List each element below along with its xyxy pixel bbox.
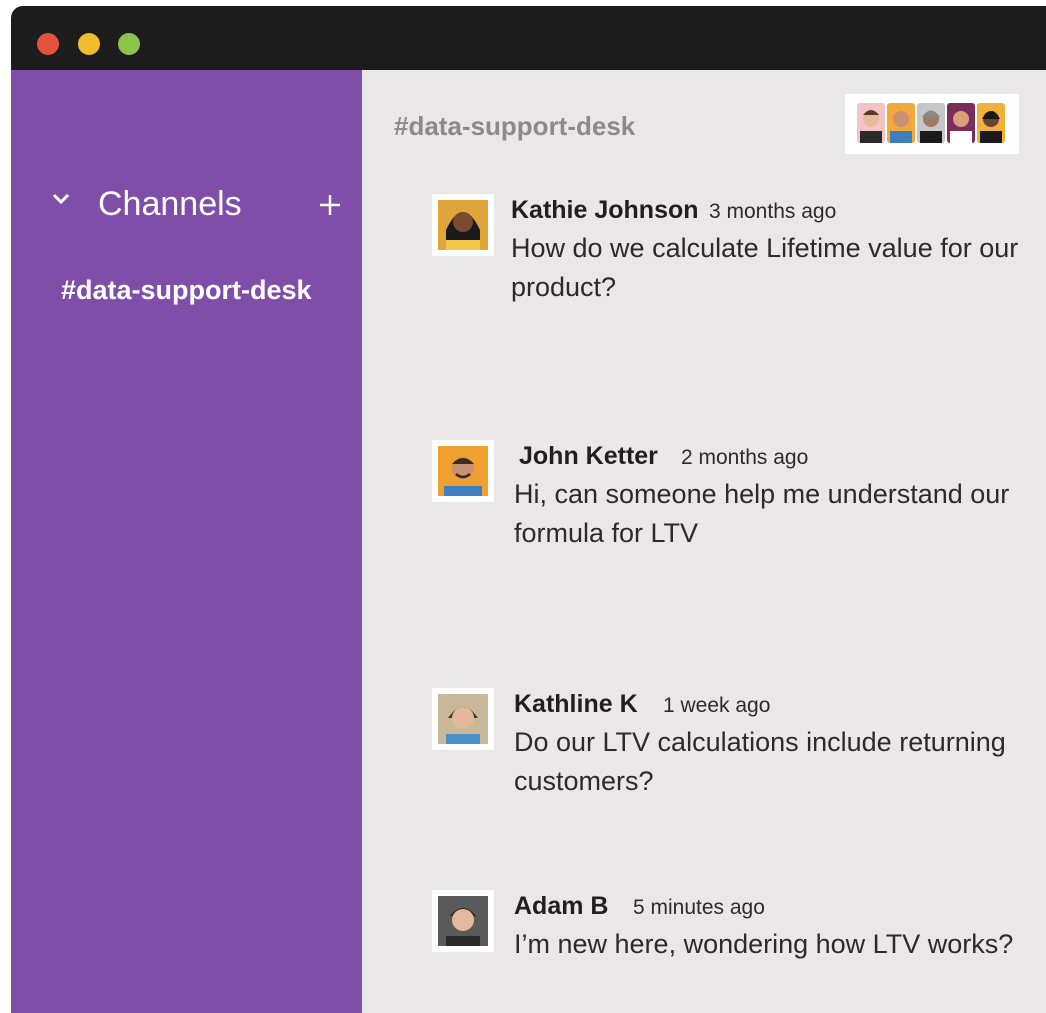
channel-title: #data-support-desk: [394, 111, 636, 141]
member-avatar: [947, 103, 975, 143]
message-timestamp: 2 months ago: [681, 446, 809, 469]
minimize-window-button[interactable]: [78, 33, 100, 55]
channel-view: #data-support-desk Kathie Johnson 3 mont…: [362, 70, 1046, 1013]
channels-section-header: Channels: [51, 182, 351, 226]
user-avatar-icon: [438, 200, 488, 250]
avatar[interactable]: [432, 440, 494, 502]
member-avatar: [887, 103, 915, 143]
app-window: Channels #data-support-desk #data-suppor…: [11, 6, 1046, 1013]
channel-members-avatars[interactable]: [845, 94, 1019, 154]
message-text: How do we calculate Lifetime value for o…: [511, 233, 1019, 302]
message-author[interactable]: John Ketter: [519, 440, 658, 472]
member-avatar: [977, 103, 1005, 143]
message-author[interactable]: Kathie Johnson: [511, 194, 699, 226]
message-text: I’m new here, wondering how LTV works?: [514, 929, 1014, 959]
message-author[interactable]: Kathline K: [514, 688, 638, 720]
user-avatar-icon: [438, 896, 488, 946]
chevron-down-icon[interactable]: [51, 190, 71, 210]
message-author[interactable]: Adam B: [514, 890, 608, 922]
avatar[interactable]: [432, 890, 494, 952]
maximize-window-button[interactable]: [118, 33, 140, 55]
message-timestamp: 1 week ago: [663, 694, 771, 717]
user-avatar-icon: [438, 446, 488, 496]
add-channel-button[interactable]: [319, 182, 341, 239]
message-text: Do our LTV calculations include returnin…: [514, 727, 1006, 796]
message-timestamp: 3 months ago: [709, 200, 837, 223]
avatar[interactable]: [432, 688, 494, 750]
sidebar-item-data-support-desk[interactable]: #data-support-desk: [61, 272, 312, 308]
member-avatar: [917, 103, 945, 143]
title-bar: [11, 6, 1046, 70]
message-timestamp: 5 minutes ago: [633, 896, 765, 919]
message-text: Hi, can someone help me understand our f…: [514, 479, 1010, 548]
user-avatar-icon: [438, 694, 488, 744]
channels-section-title[interactable]: Channels: [98, 182, 242, 226]
close-window-button[interactable]: [37, 33, 59, 55]
sidebar: Channels #data-support-desk: [11, 70, 362, 1013]
member-avatar: [857, 103, 885, 143]
avatar[interactable]: [432, 194, 494, 256]
